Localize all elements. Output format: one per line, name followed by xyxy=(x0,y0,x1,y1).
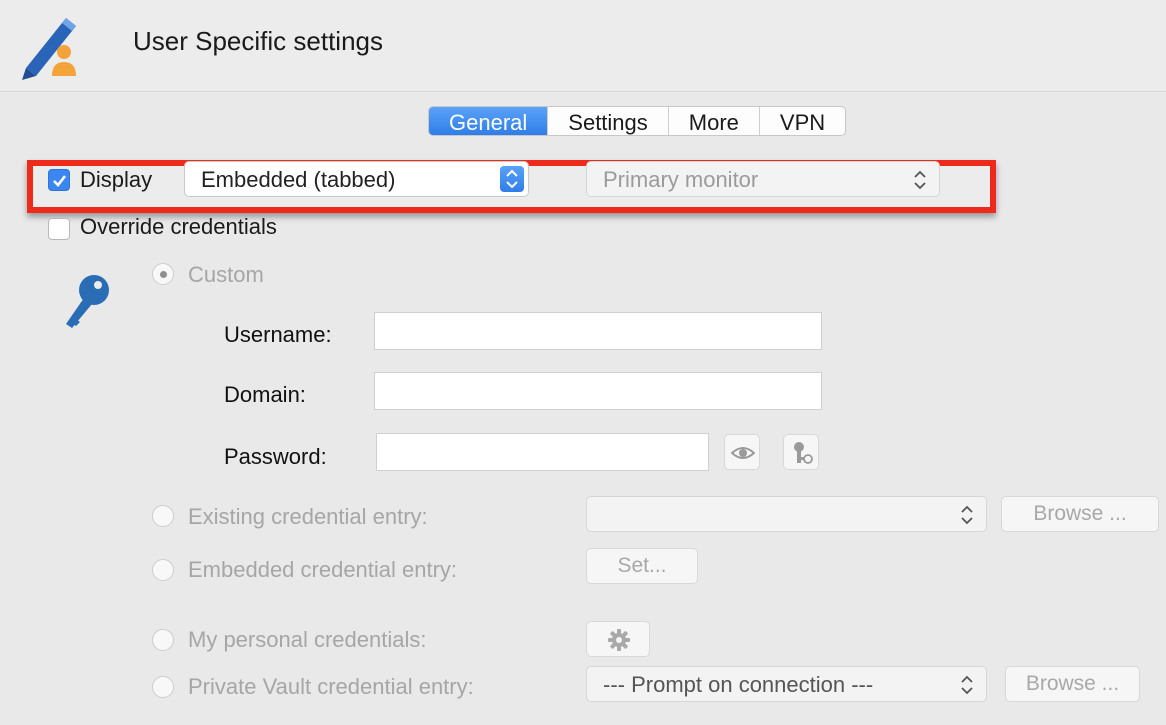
monitor-value: Primary monitor xyxy=(603,167,759,192)
display-mode-value: Embedded (tabbed) xyxy=(201,167,396,192)
domain-input[interactable] xyxy=(374,372,822,410)
embedded-set-button[interactable]: Set... xyxy=(586,548,698,584)
domain-label: Domain: xyxy=(224,382,306,407)
vault-browse-button[interactable]: Browse ... xyxy=(1005,666,1140,702)
tab-general[interactable]: General xyxy=(429,107,549,135)
window-title: User Specific settings xyxy=(133,26,383,56)
chevron-updown-icon xyxy=(914,170,926,190)
custom-label: Custom xyxy=(188,262,264,287)
tab-bar: General Settings More VPN xyxy=(428,106,847,136)
window-header: User Specific settings xyxy=(0,0,1166,92)
personal-credentials-radio[interactable] xyxy=(152,629,174,651)
display-label: Display xyxy=(80,167,153,192)
password-label: Password: xyxy=(224,444,327,469)
pen-user-icon xyxy=(22,18,76,80)
key-icon xyxy=(66,275,109,328)
checkmark-icon xyxy=(53,175,67,187)
private-vault-select[interactable]: --- Prompt on connection --- xyxy=(586,666,987,702)
override-credentials-checkbox[interactable] xyxy=(48,218,70,240)
custom-radio[interactable] xyxy=(152,263,174,285)
embedded-credential-radio[interactable] xyxy=(152,559,174,581)
username-input[interactable] xyxy=(374,312,822,350)
username-label: Username: xyxy=(224,322,332,347)
personal-credentials-label: My personal credentials: xyxy=(188,627,427,652)
existing-credential-label: Existing credential entry: xyxy=(188,504,428,529)
monitor-select[interactable]: Primary monitor xyxy=(586,161,940,197)
gear-icon xyxy=(608,629,630,651)
override-credentials-label: Override credentials xyxy=(80,214,277,239)
display-checkbox[interactable] xyxy=(48,169,70,191)
existing-credential-select[interactable] xyxy=(586,496,987,532)
display-mode-select[interactable]: Embedded (tabbed) xyxy=(184,161,529,197)
tab-vpn[interactable]: VPN xyxy=(760,107,845,135)
existing-credential-radio[interactable] xyxy=(152,505,174,527)
generate-password-button[interactable] xyxy=(783,434,819,470)
private-vault-value: --- Prompt on connection --- xyxy=(603,672,874,697)
chevron-updown-icon xyxy=(500,166,524,192)
password-input[interactable] xyxy=(376,433,709,471)
existing-browse-button[interactable]: Browse ... xyxy=(1001,496,1159,532)
tab-more[interactable]: More xyxy=(669,107,760,135)
tab-settings[interactable]: Settings xyxy=(548,107,669,135)
private-vault-label: Private Vault credential entry: xyxy=(188,674,474,699)
chevron-updown-icon xyxy=(961,675,973,695)
show-password-button[interactable] xyxy=(724,434,760,470)
chevron-updown-icon xyxy=(961,505,973,525)
embedded-credential-label: Embedded credential entry: xyxy=(188,557,458,582)
key-generate-icon xyxy=(794,442,813,464)
eye-icon xyxy=(731,447,755,459)
private-vault-radio[interactable] xyxy=(152,676,174,698)
personal-settings-button[interactable] xyxy=(586,621,650,657)
